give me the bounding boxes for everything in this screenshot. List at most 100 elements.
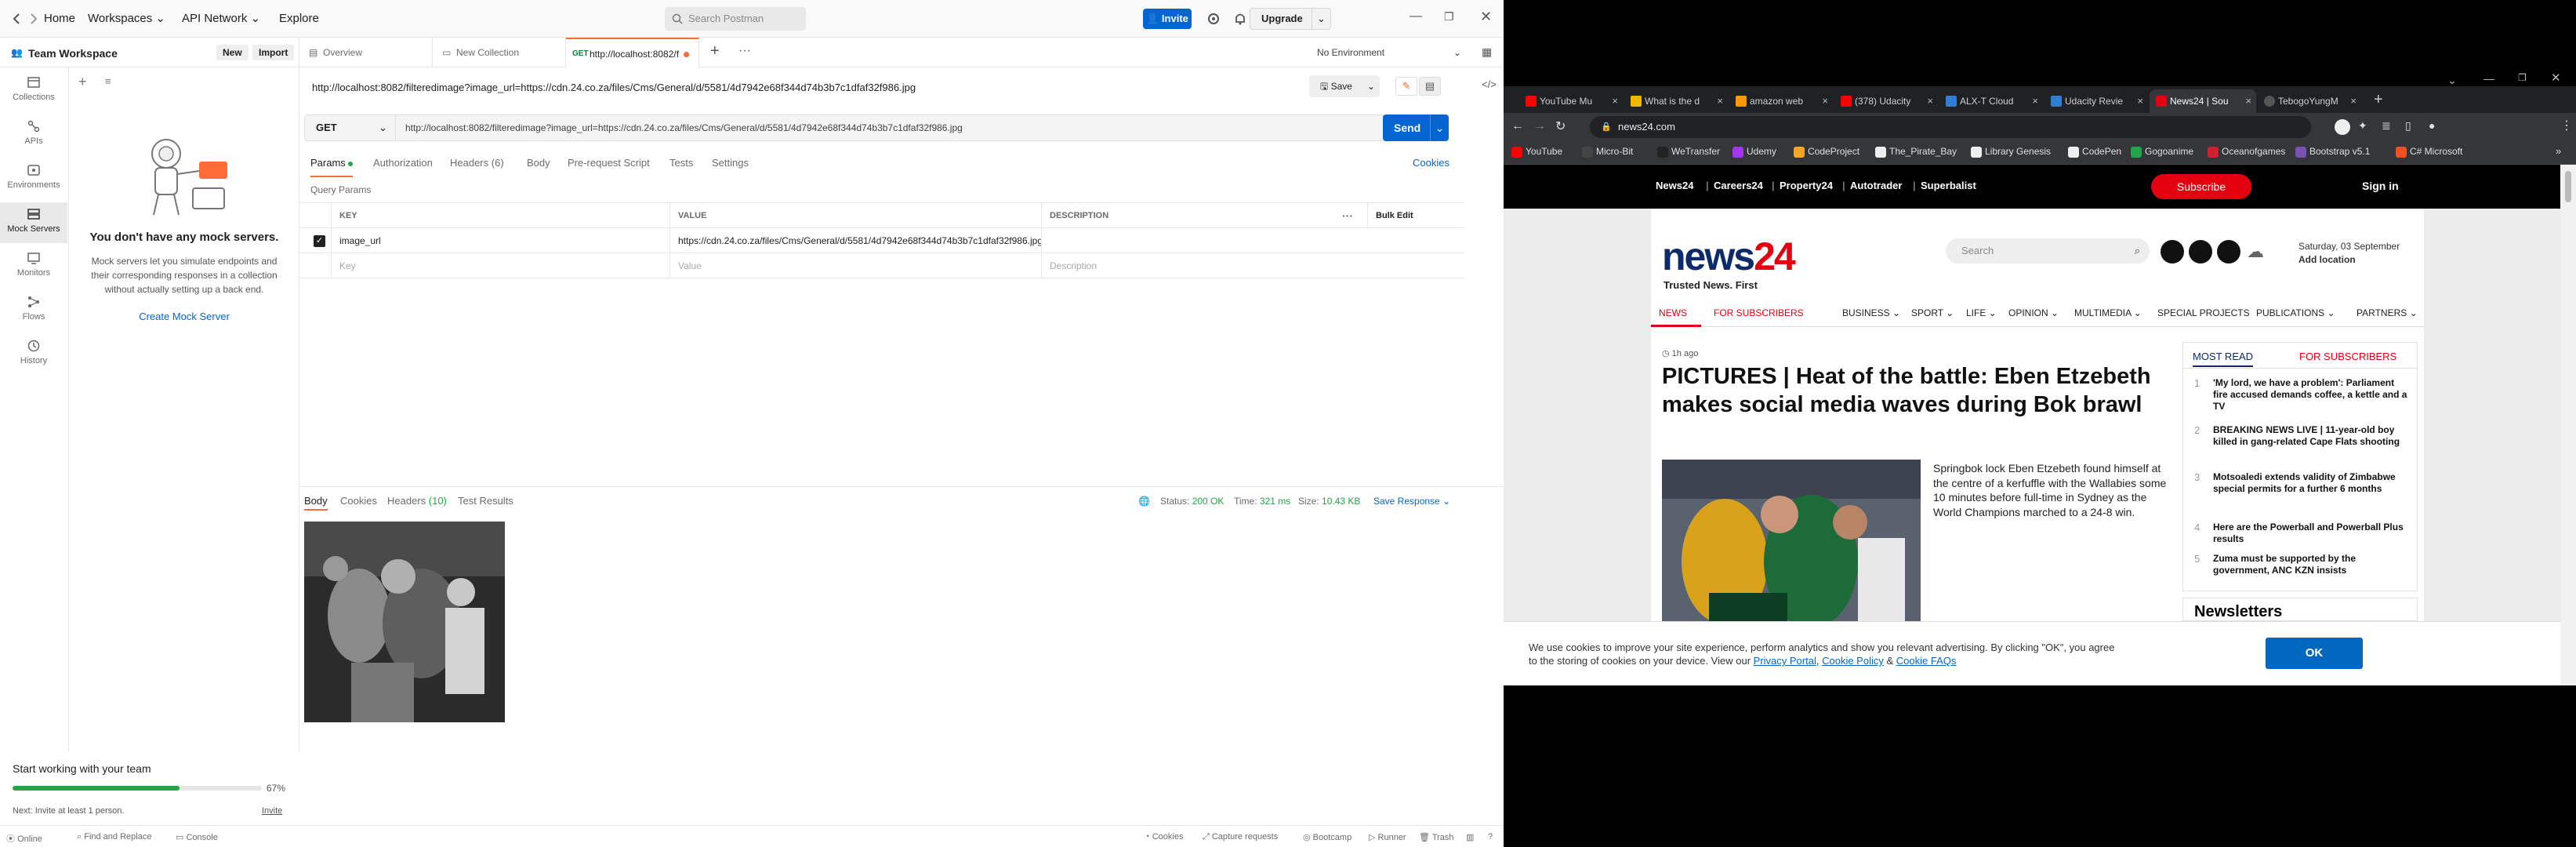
network-link[interactable]: Autotrader [1850, 180, 1902, 191]
nav-business[interactable]: BUSINESS ⌄ [1842, 307, 1900, 318]
bookmark-item[interactable]: The_Pirate_Bay [1875, 146, 1957, 158]
response-tab-body[interactable]: Body [304, 495, 328, 511]
close-icon[interactable]: × [2350, 89, 2356, 113]
browser-tab[interactable]: ALX-T Cloud × [1939, 89, 2043, 113]
console-button[interactable]: ▭ Console [176, 832, 218, 842]
filter-icon[interactable]: ≡ [105, 75, 111, 87]
upgrade-button[interactable]: Upgrade ⌄ [1250, 8, 1331, 30]
key-placeholder[interactable]: Key [331, 253, 669, 278]
nav-explore[interactable]: Explore [279, 0, 319, 38]
param-value[interactable]: https://cdn.24.co.za/files/Cms/General/d… [669, 228, 1041, 253]
bookmark-item[interactable]: Oceanofgames [2208, 146, 2285, 158]
browser-tab[interactable]: TebogoYungM × [2258, 89, 2361, 113]
bookmark-item[interactable]: WeTransfer [1657, 146, 1720, 158]
nav-life[interactable]: LIFE ⌄ [1966, 307, 1997, 318]
search-input[interactable]: Search Postman [665, 7, 806, 31]
code-icon[interactable]: </> [1482, 78, 1497, 90]
restore-icon[interactable]: ❐ [1444, 10, 1454, 24]
gear-icon[interactable] [1206, 11, 1221, 27]
help-icon[interactable]: ? [1488, 832, 1493, 842]
save-response-button[interactable]: Save Response ⌄ [1373, 496, 1450, 507]
find-replace-button[interactable]: ⌕ Find and Replace [77, 832, 151, 842]
nav-for-subscribers[interactable]: FOR SUBSCRIBERS [1714, 307, 1804, 318]
more-icon[interactable]: ··· [1334, 203, 1366, 228]
response-tab-headers[interactable]: Headers (10) [387, 495, 447, 507]
tab-pre-request-script[interactable]: Pre-request Script [568, 157, 650, 177]
runner-button[interactable]: ▷ Runner [1369, 832, 1406, 842]
browser-tab[interactable]: amazon web × [1729, 89, 1833, 113]
forward-icon[interactable]: → [1533, 119, 1546, 133]
row-checkbox[interactable]: ✓ [314, 235, 325, 247]
sidebar-item-mock-servers[interactable]: Mock Servers [0, 202, 67, 243]
close-icon[interactable]: × [1612, 89, 1618, 113]
bookmark-item[interactable]: Udemy [1732, 146, 1776, 158]
network-link[interactable]: Careers24 [1714, 180, 1763, 191]
minimize-icon[interactable]: — [2483, 72, 2494, 85]
privacy-portal-link[interactable]: Privacy Portal [1754, 655, 1816, 667]
sidebar-icon[interactable]: ▯ [2405, 119, 2411, 133]
close-icon[interactable]: × [1927, 89, 1933, 113]
new-tab-icon[interactable]: + [710, 42, 720, 60]
nav-publications[interactable]: PUBLICATIONS ⌄ [2256, 307, 2335, 318]
close-icon[interactable]: × [1822, 89, 1828, 113]
article-photo[interactable] [1662, 460, 1921, 624]
browser-tab[interactable]: YouTube Mu × [1519, 89, 1623, 113]
bookmark-item[interactable]: Gogoanime [2131, 146, 2193, 158]
twitter-icon[interactable] [2189, 240, 2212, 264]
tab-for-subscribers[interactable]: FOR SUBSCRIBERS [2299, 351, 2396, 362]
create-mock-server-link[interactable]: Create Mock Server [69, 311, 299, 322]
profile-icon[interactable]: ● [2429, 119, 2435, 132]
workspace-name[interactable]: Team Workspace [28, 47, 118, 60]
address-bar[interactable]: 🔒 news24.com [1590, 116, 2311, 138]
tab-params[interactable]: Params [310, 157, 354, 177]
nav-multimedia[interactable]: MULTIMEDIA ⌄ [2074, 307, 2142, 318]
nav-api-network[interactable]: API Network ⌄ [182, 0, 260, 38]
onboarding-invite-link[interactable]: Invite [262, 806, 282, 816]
bookmark-item[interactable]: Bootstrap v5.1 [2295, 146, 2370, 158]
tab-most-read[interactable]: MOST READ [2193, 351, 2254, 367]
bookmark-item[interactable]: YouTube [1511, 146, 1562, 158]
close-icon[interactable]: ✕ [1480, 9, 1492, 25]
minimize-icon[interactable]: — [1410, 9, 1422, 24]
chevron-down-icon[interactable]: ⌄ [1430, 115, 1449, 141]
instagram-icon[interactable] [2217, 240, 2240, 264]
method-select[interactable]: GET ⌄ [305, 115, 396, 140]
more-bookmarks-icon[interactable]: » [2556, 145, 2561, 157]
close-window-icon[interactable]: ✕ [2551, 71, 2561, 85]
bookmark-item[interactable]: CodeProject [1794, 146, 1859, 158]
article-headline[interactable]: PICTURES | Heat of the battle: Eben Etze… [1662, 362, 2179, 419]
subscribe-button[interactable]: Subscribe [2151, 174, 2251, 199]
capture-requests-button[interactable]: ⤢ Capture requests [1203, 832, 1278, 842]
globe-icon[interactable]: 🌐 [1138, 496, 1150, 507]
more-tabs-icon[interactable]: ··· [738, 44, 751, 58]
nav-partners[interactable]: PARTNERS ⌄ [2356, 307, 2418, 318]
request-title[interactable]: http://localhost:8082/filteredimage?imag… [312, 82, 916, 93]
nav-opinion[interactable]: OPINION ⌄ [2008, 307, 2059, 318]
extensions-icon[interactable]: ✦ [2358, 119, 2367, 133]
tab-tests[interactable]: Tests [669, 157, 693, 177]
import-button[interactable]: Import [252, 45, 295, 60]
sidebar-item-apis[interactable]: APIs [0, 115, 67, 155]
tab-new-collection[interactable]: ▭ New Collection [433, 38, 566, 67]
invite-button[interactable]: 👤 Invite [1143, 9, 1192, 29]
nav-news[interactable]: NEWS [1659, 307, 1687, 318]
tab-search-icon[interactable]: ⌄ [2447, 74, 2457, 87]
weather-icon[interactable]: ☁ [2247, 242, 2264, 262]
cookies-button[interactable]: ◔ Cookies [1145, 832, 1183, 842]
new-tab-icon[interactable]: + [2374, 91, 2383, 109]
environment-quick-look-icon[interactable]: ▦ [1482, 45, 1492, 59]
scrollbar[interactable] [2560, 165, 2576, 685]
sidebar-item-flows[interactable]: Flows [0, 290, 67, 331]
tab-overview[interactable]: ▤ Overview [299, 38, 433, 67]
cookies-link[interactable]: Cookies [1413, 157, 1449, 177]
new-button[interactable]: New [216, 45, 249, 60]
facebook-icon[interactable] [2161, 240, 2184, 264]
chevron-down-icon[interactable]: ⌄ [1312, 9, 1330, 29]
response-tab-test-results[interactable]: Test Results [458, 495, 513, 507]
sign-in-link[interactable]: Sign in [2362, 180, 2399, 192]
browser-tab-active[interactable]: News24 | Sou × [2150, 89, 2256, 113]
docs-icon[interactable]: ▤ [1419, 77, 1441, 96]
network-link[interactable]: Superbalist [1921, 180, 1976, 191]
bootcamp-button[interactable]: ◎ Bootcamp [1303, 832, 1351, 842]
response-tab-cookies[interactable]: Cookies [340, 495, 377, 507]
